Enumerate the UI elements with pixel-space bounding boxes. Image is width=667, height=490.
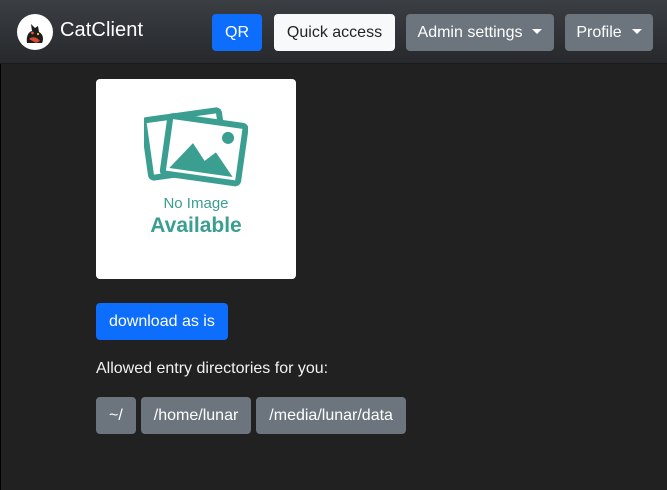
quick-access-button[interactable]: Quick access (274, 14, 395, 51)
no-image-text: No Image (163, 195, 229, 212)
directory-button-media-data[interactable]: /media/lunar/data (256, 397, 406, 434)
navbar: CatClient QR Quick access Admin settings… (0, 0, 667, 64)
brand-name: CatClient (60, 18, 144, 41)
profile-label: Profile (576, 24, 622, 41)
directory-button-home-tilde[interactable]: ~/ (96, 397, 136, 434)
directory-button-home-lunar[interactable]: /home/lunar (140, 397, 252, 434)
directory-list: ~/ /home/lunar /media/lunar/data (96, 397, 406, 434)
image-preview: No Image Available (96, 79, 296, 279)
frame-border (0, 64, 1, 490)
available-text: Available (150, 214, 242, 237)
image-placeholder-icon (144, 107, 248, 187)
chevron-down-icon (532, 29, 543, 34)
download-button[interactable]: download as is (96, 303, 228, 340)
chevron-down-icon (631, 29, 642, 34)
qr-button[interactable]: QR (212, 14, 262, 51)
brand-link[interactable]: CatClient (17, 14, 143, 50)
admin-settings-label: Admin settings (417, 24, 523, 41)
allowed-directories-label: Allowed entry directories for you: (96, 360, 329, 377)
cat-logo-icon (17, 14, 53, 50)
admin-settings-dropdown[interactable]: Admin settings (406, 14, 554, 51)
profile-dropdown[interactable]: Profile (565, 14, 653, 51)
